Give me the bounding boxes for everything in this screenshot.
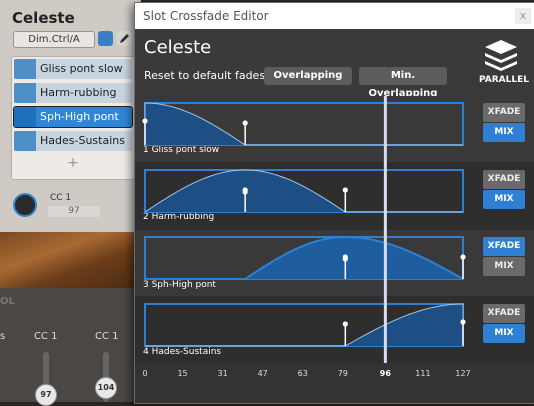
layers-icon[interactable] — [98, 31, 113, 46]
lower-control-area — [0, 288, 140, 402]
crossfade-graph[interactable] — [135, 96, 534, 401]
articulation-swatch — [14, 131, 36, 151]
fade-midpoint — [242, 189, 248, 195]
dim-ctrl-selector[interactable]: Dim.Ctrl/A — [13, 31, 95, 48]
fader-knob[interactable]: 104 — [95, 377, 117, 399]
value-ruler[interactable] — [135, 363, 534, 403]
ruler-tick-label: 31 — [217, 369, 228, 378]
fade-handle — [342, 321, 348, 327]
fader-label: CC 1 — [34, 331, 58, 342]
title-bar: Slot Crossfade Editor x — [135, 3, 534, 29]
articulation-swatch — [14, 59, 36, 79]
ruler-tick-label: 127 — [455, 369, 471, 378]
articulation-label: Sph-High pont — [40, 110, 119, 123]
parallel-mode-label: PARALLEL — [479, 75, 529, 85]
articulation-label: Harm-rubbing — [40, 86, 117, 99]
articulation-swatch — [14, 83, 36, 103]
reset-label: Reset to default fades: — [144, 69, 269, 82]
ruler-tick-label: 96 — [379, 369, 391, 378]
ruler-tick-label: 79 — [337, 369, 348, 378]
articulation-item[interactable]: Hades-Sustains — [14, 131, 132, 151]
articulation-swatch — [14, 107, 36, 127]
min-overlapping-button[interactable]: Min. Overlapping — [359, 67, 447, 99]
fade-handle — [342, 187, 348, 193]
fade-handle — [142, 118, 148, 124]
fader-label: CC 1 — [95, 331, 119, 342]
articulation-label: Hades-Sustains — [40, 134, 125, 147]
articulation-item[interactable]: Gliss pont slow — [14, 59, 132, 79]
cc-knob[interactable] — [13, 193, 37, 217]
overlapping-button[interactable]: Overlapping — [264, 67, 352, 85]
fade-handle — [460, 319, 466, 325]
articulation-item[interactable]: Harm-rubbing — [14, 83, 132, 103]
fader-knob[interactable]: 97 — [35, 384, 57, 406]
slot-fade-area — [345, 304, 463, 346]
ruler-tick-label: 63 — [297, 369, 308, 378]
close-button[interactable]: x — [515, 8, 531, 24]
ruler-tick-label: 47 — [257, 369, 268, 378]
window-title: Slot Crossfade Editor — [143, 9, 269, 23]
background-instrument-title: Celeste — [12, 9, 75, 27]
articulation-label: Gliss pont slow — [40, 62, 123, 75]
ruler-tick-label: 0 — [142, 369, 148, 378]
ruler-tick-label: 111 — [415, 369, 431, 378]
articulation-item-selected[interactable]: Sph-High pont — [13, 106, 133, 128]
pen-icon[interactable] — [117, 31, 132, 46]
fade-midpoint — [342, 256, 348, 262]
section-title-fragment: OL — [0, 296, 15, 307]
ruler-tick-label: 15 — [177, 369, 188, 378]
articulation-list: Gliss pont slow Harm-rubbing Sph-High po… — [11, 56, 135, 180]
instrument-name: Celeste — [144, 37, 212, 58]
fade-handle — [460, 254, 466, 260]
add-articulation-button[interactable]: + — [12, 155, 134, 171]
cc-knob-label: CC 1 — [50, 193, 72, 203]
wood-texture — [0, 232, 140, 292]
fade-handle — [242, 120, 248, 126]
fader-label-fragment: s — [0, 331, 6, 342]
slot-crossfade-editor: Slot Crossfade Editor x Celeste Reset to… — [134, 2, 534, 404]
slot-fade-area — [145, 103, 246, 145]
layers-icon[interactable] — [479, 38, 523, 72]
cc-knob-value: 97 — [48, 206, 100, 217]
